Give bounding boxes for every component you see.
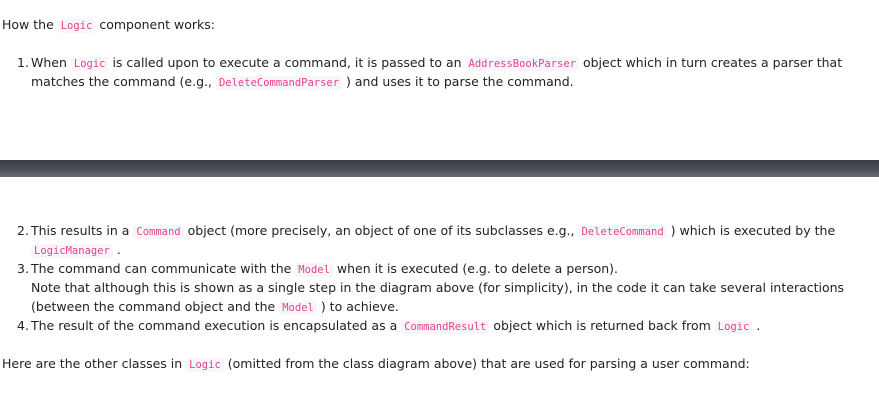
- step1-line2: matches the command (e.g., DeleteCommand…: [31, 74, 574, 90]
- inline-code-logic: Logic: [57, 19, 96, 33]
- step1-text: object which in turn creates a parser th…: [579, 55, 843, 70]
- inline-code-deletecommand: DeleteCommand: [578, 225, 667, 239]
- list-number-4: 4.: [17, 318, 29, 333]
- inline-code-logic: Logic: [714, 320, 753, 334]
- outro-paragraph: Here are the other classes in Logic (omi…: [2, 356, 750, 372]
- step1-text: is called upon to execute a command, it …: [108, 55, 466, 70]
- step1-line1: When Logic is called upon to execute a c…: [31, 55, 843, 71]
- inline-code-logicmanager: LogicManager: [31, 244, 113, 258]
- outro-text-post: (omitted from the class diagram above) t…: [223, 356, 750, 371]
- step2-text: .: [112, 242, 121, 257]
- outro-text-pre: Here are the other classes in: [2, 356, 187, 371]
- step4-text: .: [752, 318, 761, 333]
- inline-code-logic: Logic: [70, 57, 109, 71]
- step3-text: (between the command object and the: [31, 299, 280, 314]
- step2-line2: LogicManager .: [31, 242, 121, 258]
- inline-code-logic: Logic: [186, 358, 224, 372]
- inline-code-model: Model: [279, 301, 317, 315]
- step1-text: ) and uses it to parse the command.: [342, 74, 574, 89]
- inline-code-command: Command: [133, 225, 184, 239]
- step3-line2: Note that although this is shown as a si…: [31, 280, 845, 295]
- step4-text: object which is returned back from: [489, 318, 715, 333]
- inline-code-deletecommandparser: DeleteCommandParser: [215, 76, 343, 90]
- step3-text: The command can communicate with the: [31, 261, 296, 276]
- step3-line3: (between the command object and the Mode…: [31, 299, 399, 315]
- diagram-image-edge: [0, 160, 879, 177]
- list-number-2: 2.: [17, 223, 29, 238]
- step1-text: matches the command (e.g.,: [31, 74, 216, 89]
- step2-text: ) which is executed by the: [666, 223, 836, 238]
- inline-code-model: Model: [295, 263, 333, 277]
- step2-line1: This results in a Command object (more p…: [31, 223, 836, 239]
- inline-code-addressbookparser: AddressBookParser: [465, 57, 579, 71]
- intro-text-pre: How the: [2, 17, 58, 32]
- list-number-3: 3.: [17, 261, 29, 276]
- list-number-1: 1.: [17, 55, 29, 70]
- step4-text: The result of the command execution is e…: [31, 318, 402, 333]
- intro-text-post: component works:: [95, 17, 215, 32]
- step2-text: object (more precisely, an object of one…: [183, 223, 579, 238]
- step2-text: This results in a: [31, 223, 134, 238]
- step3-text: ) to achieve.: [316, 299, 399, 314]
- inline-code-commandresult: CommandResult: [401, 320, 490, 334]
- step3-line1: The command can communicate with the Mod…: [31, 261, 619, 277]
- step1-text: When: [31, 55, 71, 70]
- step3-text: when it is executed (e.g. to delete a pe…: [332, 261, 619, 276]
- intro-paragraph: How the Logic component works:: [2, 17, 215, 33]
- step4-line1: The result of the command execution is e…: [31, 318, 761, 334]
